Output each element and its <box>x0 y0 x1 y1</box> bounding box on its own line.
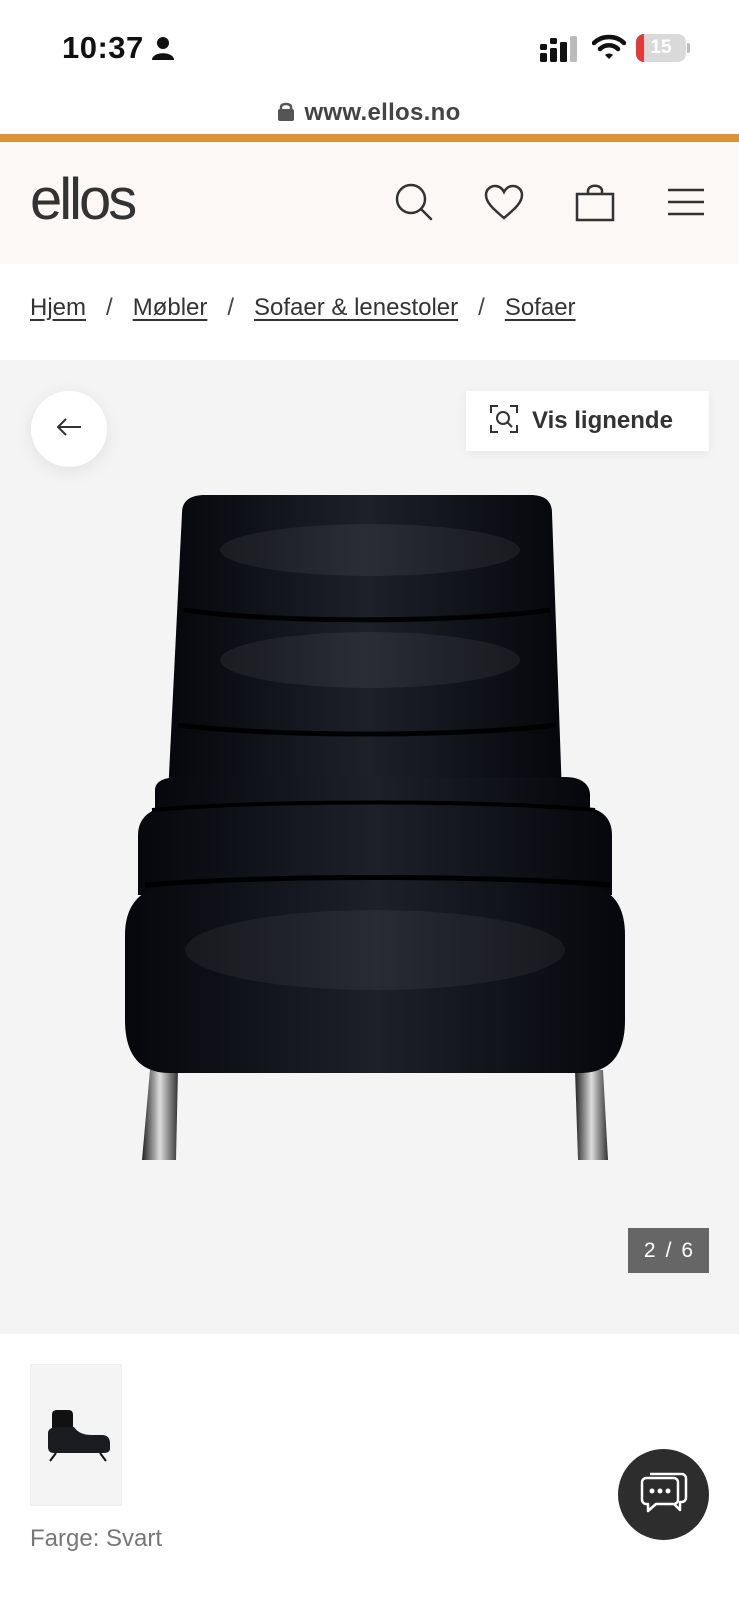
wifi-icon <box>591 33 627 66</box>
status-time: 10:37 <box>62 30 144 65</box>
arrow-left-icon <box>56 417 82 441</box>
battery-icon: 15 <box>636 34 686 62</box>
color-label: Farge: Svart <box>30 1525 163 1552</box>
image-counter: 2 / 6 <box>628 1228 709 1273</box>
person-icon <box>152 36 174 65</box>
url-bar[interactable]: www.ellos.no <box>0 92 739 134</box>
back-button[interactable] <box>31 391 107 467</box>
visual-search-icon <box>490 404 518 438</box>
show-similar-label: Vis lignende <box>532 407 673 434</box>
counter-separator: / <box>665 1238 672 1262</box>
heart-icon[interactable] <box>482 180 526 224</box>
product-image <box>125 495 625 1160</box>
counter-total: 6 <box>681 1238 694 1262</box>
lock-icon <box>278 101 295 126</box>
breadcrumb: Hjem / Møbler / Sofaer & lenestoler / So… <box>30 294 576 322</box>
show-similar-button[interactable]: Vis lignende <box>466 391 709 451</box>
breadcrumb-item-sofaer[interactable]: Sofaer <box>505 294 576 322</box>
search-icon[interactable] <box>392 180 436 224</box>
thumbnail-image <box>48 1410 110 1462</box>
menu-icon[interactable] <box>664 180 708 224</box>
ellos-logo[interactable]: ellos <box>30 166 137 233</box>
breadcrumb-item-mobler[interactable]: Møbler <box>133 294 208 322</box>
breadcrumb-separator: / <box>227 294 235 321</box>
chat-button[interactable] <box>618 1449 709 1540</box>
signal-icon <box>540 36 578 67</box>
breadcrumb-item-hjem[interactable]: Hjem <box>30 294 86 322</box>
product-gallery[interactable]: Vis lignende 2 / 6 <box>0 360 739 1334</box>
shopping-bag-icon[interactable] <box>573 180 617 224</box>
counter-current: 2 <box>643 1238 656 1262</box>
battery-level: 15 <box>650 37 672 58</box>
chat-icon <box>640 1470 688 1519</box>
breadcrumb-separator: / <box>106 294 113 321</box>
battery-nub <box>687 43 690 53</box>
site-header: ellos <box>0 142 739 264</box>
url-text: www.ellos.no <box>304 99 461 126</box>
breadcrumb-item-sofaer-lenestoler[interactable]: Sofaer & lenestoler <box>254 294 458 322</box>
breadcrumb-separator: / <box>478 294 485 321</box>
accent-line <box>0 134 739 142</box>
color-variant-thumbnail[interactable] <box>30 1364 122 1506</box>
status-bar: 10:37 15 <box>0 0 739 92</box>
